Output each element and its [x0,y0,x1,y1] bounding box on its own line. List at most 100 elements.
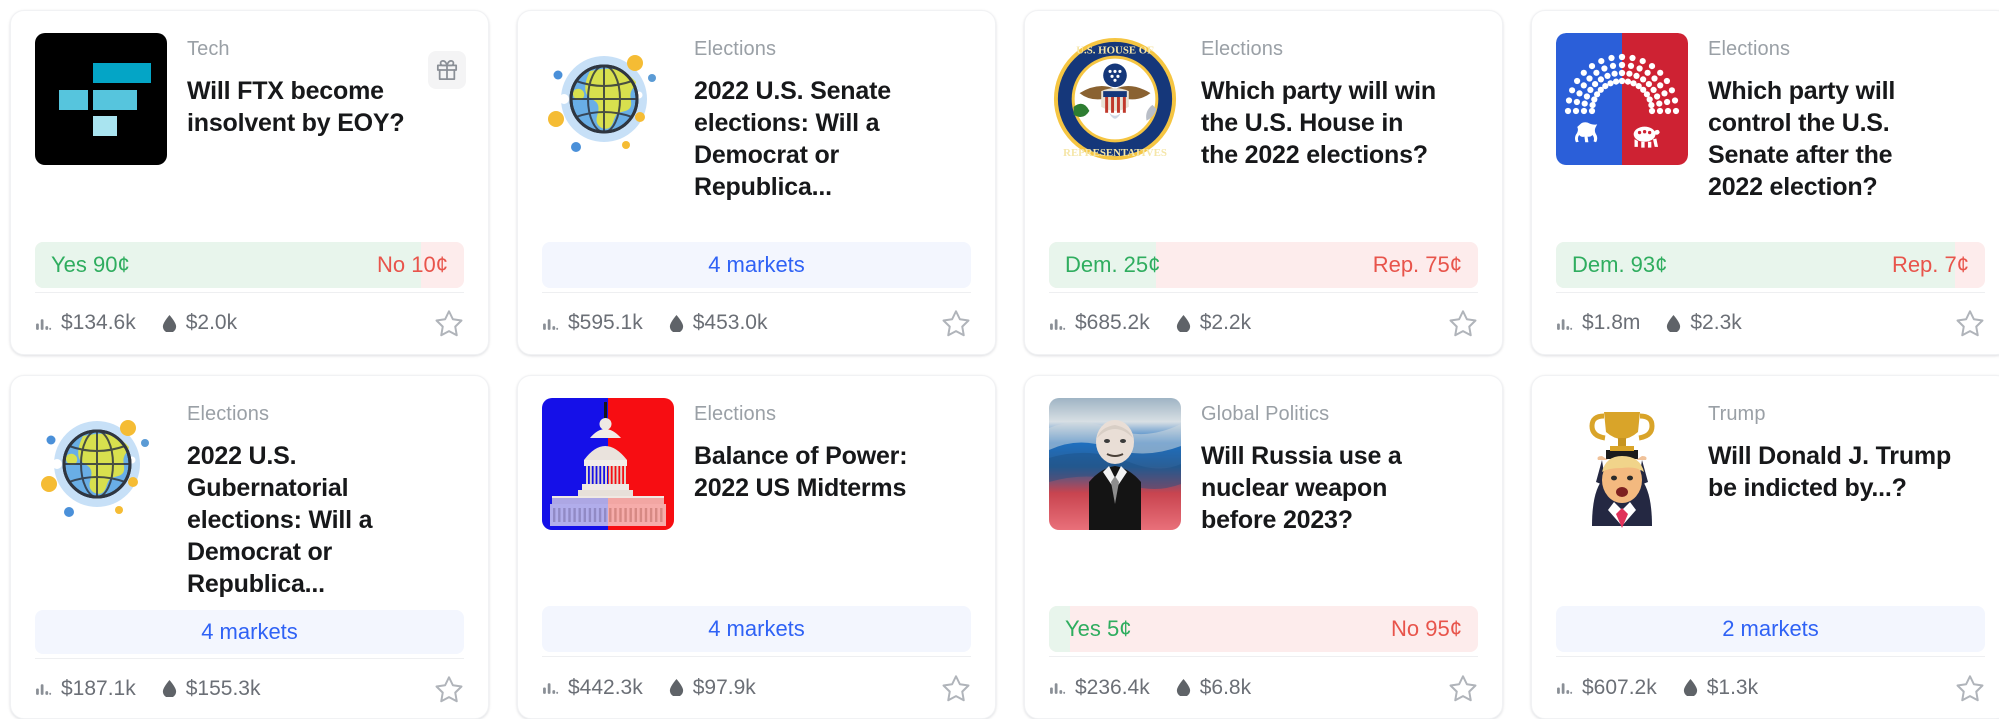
markets-count-button[interactable]: 4 markets [35,609,464,654]
droplet-icon [1176,314,1191,332]
liquidity-stat: $6.8k [1176,676,1251,700]
card-title[interactable]: Will Russia use a nuclear weapon before … [1201,440,1444,536]
market-card[interactable]: Tech Will FTX become insolvent by EOY? Y… [10,10,489,355]
card-category[interactable]: Elections [1708,37,1951,61]
card-title[interactable]: Balance of Power: 2022 US Midterms [694,440,937,504]
trump-trophy-icon [1556,397,1688,530]
volume-value: $607.2k [1582,675,1657,699]
svg-text:U.S. HOUSE OF: U.S. HOUSE OF [1076,45,1154,57]
market-card[interactable]: Elections Balance of Power: 2022 US Midt… [517,374,996,719]
liquidity-stat: $2.3k [1666,311,1742,335]
markets-count-label: 4 markets [201,618,298,644]
liquidity-value: $2.0k [185,311,238,334]
card-title[interactable]: Will FTX become insolvent by EOY? [187,75,430,139]
market-card[interactable]: Elections Which party will control the U… [1531,10,1999,355]
card-stats: $1.8m $2.3k [1556,291,1985,354]
price-bar[interactable]: Dem. 25¢ Rep. 75¢ [1049,241,1478,288]
liquidity-value: $6.8k [1199,675,1252,699]
liquidity-stat: $97.9k [669,676,756,700]
market-card[interactable]: Trump Will Donald J. Trump be indicted b… [1531,374,1999,719]
card-thumbnail [1556,33,1688,165]
bar-chart-icon [542,679,559,696]
card-category[interactable]: Elections [187,402,430,426]
no-outcome-label: Rep. 75¢ [1372,251,1462,277]
price-bar[interactable]: Dem. 93¢ Rep. 7¢ [1556,241,1985,288]
ftx-logo-icon [35,33,167,165]
volume-stat: $685.2k [1049,311,1150,335]
card-header: Elections 2022 U.S. Gubernatorial electi… [35,397,464,600]
card-spacer [1049,171,1478,242]
volume-stat: $236.4k [1049,676,1150,700]
yes-outcome-label: Yes 5¢ [1065,616,1132,641]
liquidity-value: $2.2k [1199,311,1252,334]
card-spacer [35,165,464,242]
volume-stat: $134.6k [35,311,136,335]
volume-value: $236.4k [1075,675,1150,699]
card-category[interactable]: Elections [1201,37,1444,61]
card-header-text: Elections Which party will control the U… [1708,33,1985,203]
card-title[interactable]: 2022 U.S. Gubernatorial elections: Will … [187,440,430,600]
liquidity-value: $97.9k [692,675,756,699]
card-title[interactable]: 2022 U.S. Senate elections: Will a Democ… [694,75,937,203]
card-thumbnail [1049,397,1181,530]
card-title[interactable]: Which party will control the U.S. Senate… [1708,75,1951,203]
star-outline-icon[interactable] [434,674,464,704]
card-header-text: Elections 2022 U.S. Senate elections: Wi… [694,33,971,203]
card-category[interactable]: Elections [694,402,937,426]
card-header-text: Elections 2022 U.S. Gubernatorial electi… [187,398,464,600]
star-outline-icon[interactable] [434,308,464,338]
market-card[interactable]: U.S. HOUSE OF REPRESENTATIVES Elections … [1024,10,1503,355]
star-outline-icon[interactable] [941,308,971,338]
star-outline-icon[interactable] [941,673,971,703]
markets-count-button[interactable]: 4 markets [542,241,971,288]
us-house-seal-icon: U.S. HOUSE OF REPRESENTATIVES [1049,33,1181,165]
card-thumbnail: U.S. HOUSE OF REPRESENTATIVES [1049,33,1181,165]
price-bar[interactable]: Yes 90¢ No 10¢ [35,241,464,288]
droplet-icon [162,680,177,697]
gift-icon[interactable] [428,51,466,89]
market-card[interactable]: Global Politics Will Russia use a nuclea… [1024,374,1503,719]
volume-stat: $442.3k [542,676,643,700]
card-spacer [542,203,971,242]
markets-count-button[interactable]: 2 markets [1556,606,1985,652]
droplet-icon [162,314,177,332]
liquidity-stat: $1.3k [1683,676,1758,700]
star-outline-icon[interactable] [1448,308,1478,338]
card-header-text: Tech Will FTX become insolvent by EOY? [187,33,464,139]
yes-outcome-label: Yes 90¢ [51,251,130,277]
markets-count-label: 4 markets [708,616,805,641]
card-header-text: Global Politics Will Russia use a nuclea… [1201,398,1478,536]
bar-chart-icon [35,680,52,697]
card-category[interactable]: Elections [694,37,937,61]
market-card-grid: Tech Will FTX become insolvent by EOY? Y… [0,0,1999,719]
star-outline-icon[interactable] [1955,673,1985,703]
liquidity-value: $155.3k [185,676,261,700]
svg-text:REPRESENTATIVES: REPRESENTATIVES [1063,147,1167,159]
card-header: Elections Balance of Power: 2022 US Midt… [542,397,971,530]
markets-count-label: 4 markets [708,251,805,277]
star-outline-icon[interactable] [1955,308,1985,338]
droplet-icon [1176,679,1191,696]
volume-value: $442.3k [568,675,643,699]
market-card[interactable]: Elections 2022 U.S. Senate elections: Wi… [517,10,996,355]
card-category[interactable]: Global Politics [1201,402,1444,426]
star-outline-icon[interactable] [1448,673,1478,703]
card-category[interactable]: Tech [187,37,430,61]
liquidity-value: $453.0k [692,311,768,334]
card-title[interactable]: Will Donald J. Trump be indicted by...? [1708,440,1951,504]
volume-value: $595.1k [568,311,643,334]
markets-count-button[interactable]: 4 markets [542,606,971,652]
bar-chart-icon [1556,315,1573,332]
card-header-text: Trump Will Donald J. Trump be indicted b… [1708,398,1985,504]
card-category[interactable]: Trump [1708,402,1951,426]
volume-value: $187.1k [61,676,136,700]
yes-outcome-label: Dem. 93¢ [1572,251,1668,277]
card-spacer [542,530,971,607]
yes-outcome-label: Dem. 25¢ [1065,251,1161,277]
card-title[interactable]: Which party will win the U.S. House in t… [1201,75,1444,171]
card-stats: $685.2k $2.2k [1049,291,1478,354]
no-outcome-label: No 10¢ [377,251,448,277]
price-bar[interactable]: Yes 5¢ No 95¢ [1049,606,1478,652]
volume-stat: $1.8m [1556,311,1640,335]
market-card[interactable]: Elections 2022 U.S. Gubernatorial electi… [10,374,489,719]
